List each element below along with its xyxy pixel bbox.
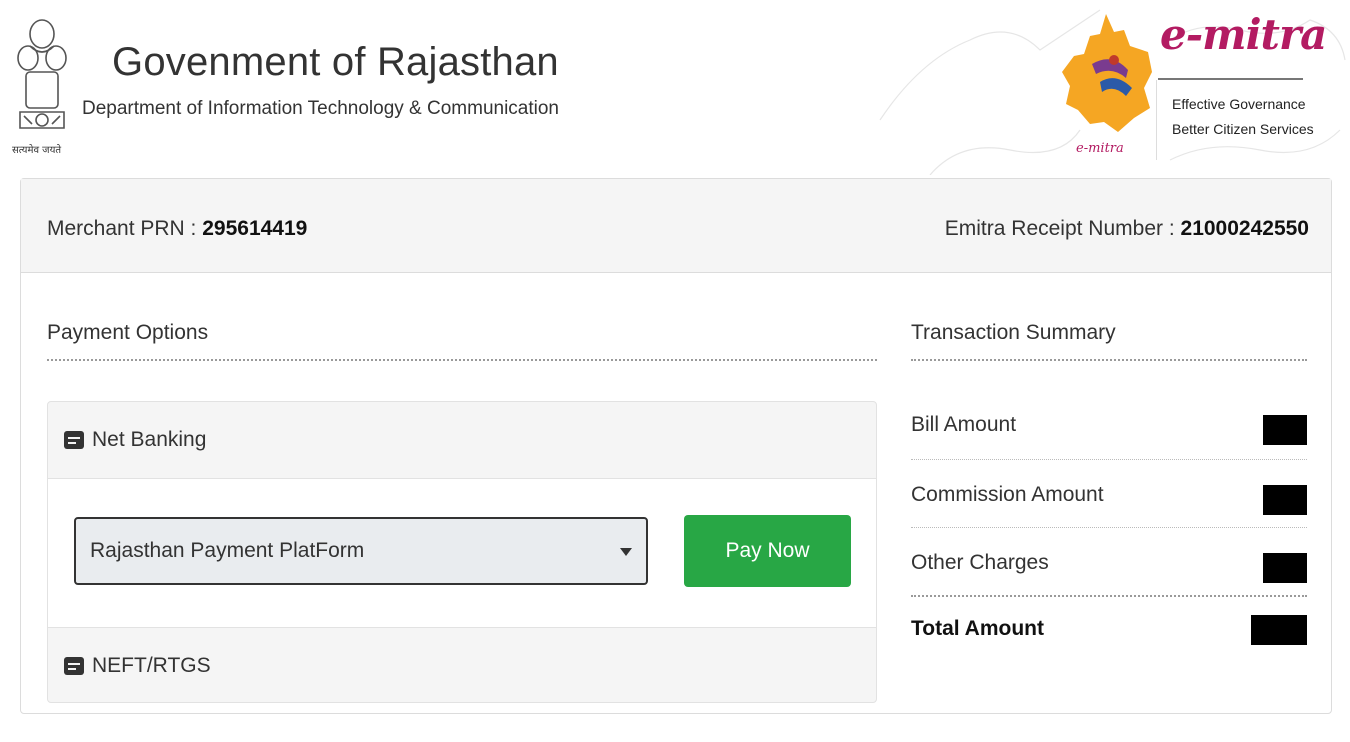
other-charges-row: Other Charges: [911, 551, 1307, 583]
payment-options-divider: [47, 359, 877, 361]
summary-divider: [911, 527, 1307, 528]
transaction-summary-title: Transaction Summary: [911, 321, 1116, 344]
payment-gateway-select[interactable]: Rajasthan Payment PlatForm: [74, 517, 648, 585]
tagline-governance: Effective Governance: [1172, 96, 1306, 112]
summary-total-divider: [911, 595, 1307, 597]
national-emblem-icon: [17, 19, 67, 129]
net-banking-option[interactable]: Net Banking: [48, 402, 876, 478]
page-title: Govenment of Rajasthan: [112, 40, 559, 84]
net-banking-panel: Rajasthan Payment PlatForm Pay Now: [48, 478, 876, 628]
redacted-value: [1263, 485, 1307, 515]
transaction-summary-divider: [911, 359, 1307, 361]
emitra-receipt-label: Emitra Receipt Number :: [944, 217, 1175, 240]
emblem-motto: सत्यमेव जयते: [12, 145, 62, 156]
neft-rtgs-option[interactable]: NEFT/RTGS: [48, 628, 876, 704]
emitra-receipt-value: 21000242550: [1180, 217, 1309, 240]
total-amount-row: Total Amount: [911, 615, 1307, 645]
tagline-citizen-services: Better Citizen Services: [1172, 121, 1314, 137]
summary-divider: [911, 459, 1307, 460]
merchant-prn-value: 295614419: [202, 217, 308, 240]
commission-amount-row: Commission Amount: [911, 483, 1307, 515]
emitra-small-logo-text: e-mitra: [1076, 141, 1124, 156]
payment-gateway-selected: Rajasthan Payment PlatForm: [90, 539, 365, 562]
redacted-value: [1251, 615, 1307, 645]
page-header: सत्यमेव जयते Govenment of Rajasthan Depa…: [0, 0, 1350, 175]
receipt-info-bar: Merchant PRN : 295614419 Emitra Receipt …: [21, 179, 1331, 273]
bill-amount-row: Bill Amount: [911, 413, 1307, 445]
other-charges-label: Other Charges: [911, 551, 1049, 574]
card-icon: [64, 657, 84, 675]
merchant-prn-label: Merchant PRN :: [47, 217, 197, 240]
brand-vertical-divider: [1156, 80, 1157, 160]
redacted-value: [1263, 415, 1307, 445]
neft-rtgs-label: NEFT/RTGS: [92, 654, 211, 677]
card-icon: [64, 431, 84, 449]
commission-amount-label: Commission Amount: [911, 483, 1104, 506]
total-amount-label: Total Amount: [911, 617, 1044, 640]
chevron-down-icon: [620, 548, 632, 556]
merchant-prn: Merchant PRN : 295614419: [47, 217, 307, 241]
redacted-value: [1263, 553, 1307, 583]
pay-now-button[interactable]: Pay Now: [684, 515, 851, 587]
net-banking-label: Net Banking: [92, 428, 207, 451]
emitra-brand-text: e-mitra: [1160, 10, 1327, 59]
payment-options-accordion: Net Banking Rajasthan Payment PlatForm P…: [47, 401, 877, 703]
bill-amount-label: Bill Amount: [911, 413, 1017, 436]
department-subtitle: Department of Information Technology & C…: [82, 98, 560, 119]
emitra-receipt-number: Emitra Receipt Number : 21000242550: [945, 217, 1309, 241]
brand-divider: [1158, 78, 1303, 80]
payment-panel: Merchant PRN : 295614419 Emitra Receipt …: [20, 178, 1332, 714]
payment-options-title: Payment Options: [47, 321, 209, 344]
emitra-logo-icon: e-mitra: [1062, 14, 1152, 156]
